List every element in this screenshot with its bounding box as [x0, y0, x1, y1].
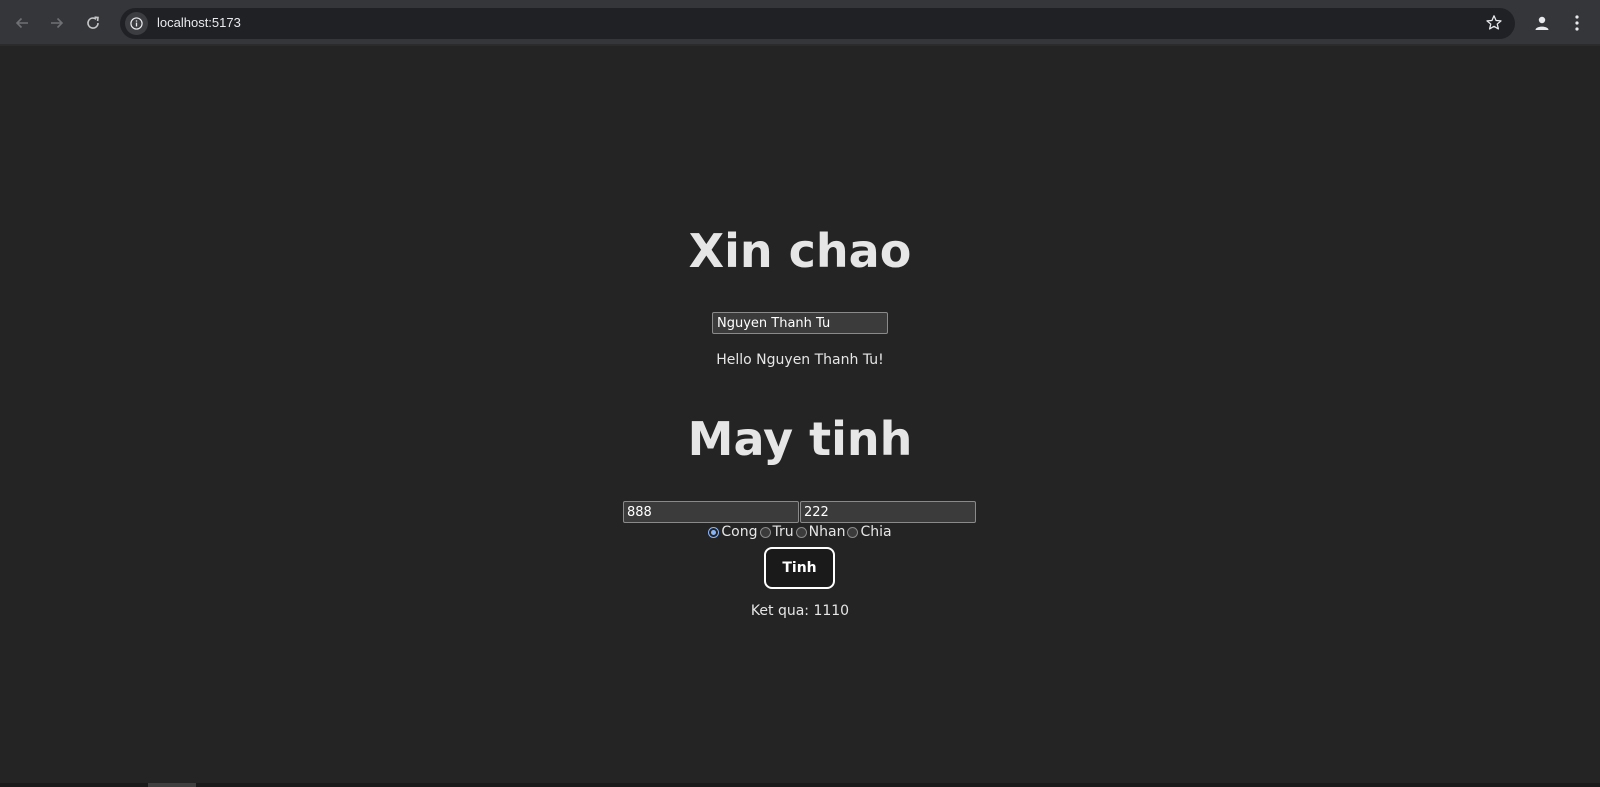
name-input[interactable]: [712, 312, 888, 334]
calculate-button[interactable]: Tinh: [764, 547, 835, 589]
info-icon[interactable]: [125, 12, 148, 35]
arrow-right-icon: [51, 17, 64, 29]
menu-button[interactable]: [1566, 9, 1588, 37]
reload-button[interactable]: [79, 9, 107, 37]
person-icon: [1535, 16, 1549, 30]
browser-toolbar: localhost:5173: [0, 0, 1600, 46]
radio-button[interactable]: [795, 526, 807, 538]
url-text: localhost:5173: [157, 15, 241, 30]
page-content: Xin chao Hello Nguyen Thanh Tu! May tinh…: [0, 48, 1600, 785]
radio-cong[interactable]: Cong: [708, 524, 758, 540]
scrollbar-thumb[interactable]: [148, 783, 196, 787]
radio-button[interactable]: [708, 526, 720, 538]
radio-label: Tru: [772, 524, 794, 540]
radio-label: Cong: [721, 524, 758, 540]
operand-b-input[interactable]: [800, 501, 976, 523]
radio-nhan[interactable]: Nhan: [795, 524, 846, 540]
star-icon[interactable]: [1485, 14, 1503, 36]
radio-button[interactable]: [759, 526, 771, 538]
horizontal-scrollbar[interactable]: [0, 783, 1600, 787]
operand-a-input[interactable]: [623, 501, 799, 523]
result-text: Ket qua: 1110: [750, 603, 850, 619]
kebab-menu-icon: [1575, 15, 1579, 31]
greeting-message: Hello Nguyen Thanh Tu!: [716, 352, 884, 368]
radio-tru[interactable]: Tru: [759, 524, 794, 540]
operation-radio-group: Cong Tru Nhan Chia: [0, 524, 1600, 540]
reload-icon: [87, 16, 99, 29]
calculator-title: May tinh: [687, 412, 913, 466]
radio-chia[interactable]: Chia: [847, 524, 892, 540]
forward-button[interactable]: [43, 9, 71, 37]
address-bar[interactable]: localhost:5173: [120, 8, 1515, 39]
profile-button[interactable]: [1528, 9, 1556, 37]
greeting-title: Xin chao: [688, 224, 912, 278]
arrow-left-icon: [15, 17, 28, 29]
radio-label: Chia: [860, 524, 892, 540]
radio-label: Nhan: [808, 524, 846, 540]
back-button[interactable]: [8, 9, 36, 37]
radio-button[interactable]: [847, 526, 859, 538]
